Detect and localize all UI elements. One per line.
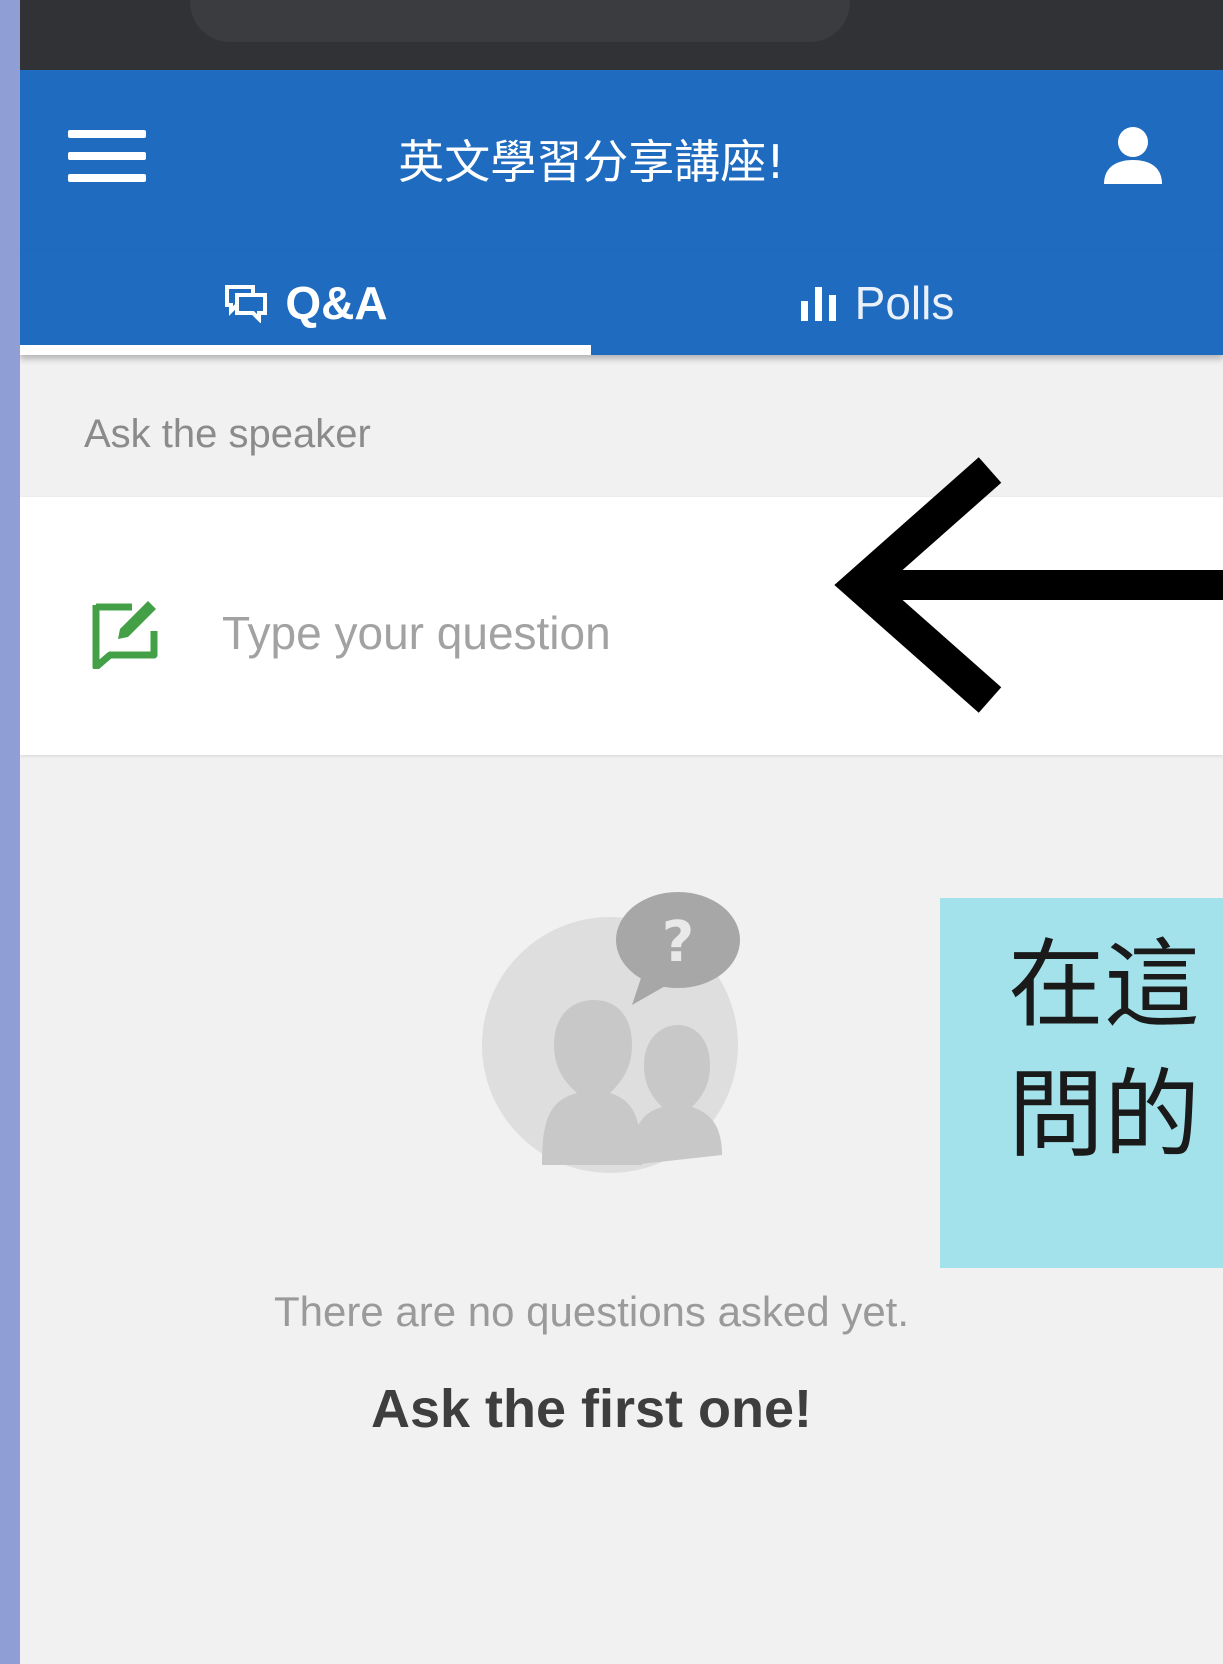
compose-question-icon bbox=[92, 601, 158, 669]
tab-polls[interactable]: Polls bbox=[591, 250, 1162, 355]
empty-questions-illustration: ? bbox=[482, 892, 740, 1173]
empty-state-cta: Ask the first one! bbox=[370, 1379, 813, 1439]
app-bar: 英文學習分享講座! bbox=[20, 70, 1223, 250]
app-title: 英文學習分享講座! bbox=[398, 135, 785, 189]
tab-qa-label: Q&A bbox=[285, 276, 388, 329]
active-tab-indicator bbox=[20, 345, 591, 355]
section-label: Ask the speaker bbox=[84, 412, 371, 456]
arrow-annotation bbox=[834, 457, 1223, 713]
svg-text:?: ? bbox=[662, 910, 694, 975]
account-icon[interactable] bbox=[1100, 122, 1166, 188]
tab-qa[interactable]: Q&A bbox=[20, 250, 591, 355]
tab-polls-label: Polls bbox=[854, 276, 955, 329]
empty-state-message: There are no questions asked yet. bbox=[273, 1288, 910, 1335]
tab-bar: Q&A Polls bbox=[20, 250, 1223, 355]
chat-bubbles-icon bbox=[225, 284, 268, 323]
annotation-note: 在這 問的 bbox=[940, 898, 1223, 1268]
bar-chart-icon bbox=[800, 286, 836, 321]
status-bar bbox=[20, 0, 1223, 70]
phone-screen: 英文學習分享講座! Q&A Polls Ask the speaker Type… bbox=[20, 0, 1223, 1664]
annotation-note-text: 在這 問的 bbox=[1008, 929, 1200, 1171]
status-notch bbox=[190, 0, 850, 42]
